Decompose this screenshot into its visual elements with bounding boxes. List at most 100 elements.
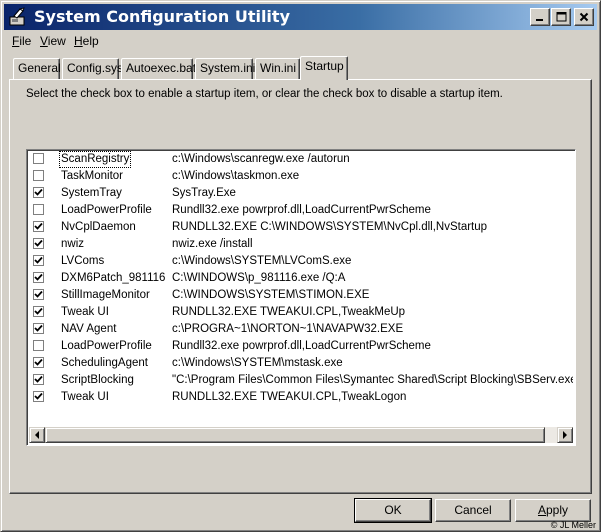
startup-item-command: RUNDLL32.EXE C:\WINDOWS\SYSTEM\NvCpl.dll…	[172, 221, 488, 233]
startup-item-command: nwiz.exe /install	[172, 238, 253, 250]
menu-view[interactable]: View	[36, 33, 70, 49]
system-configuration-window: System Configuration Utility File View H…	[0, 0, 601, 532]
list-item[interactable]: TaskMonitor c:\Windows\taskmon.exe	[29, 168, 573, 185]
startup-item-name: SystemTray	[61, 187, 122, 199]
startup-item-command: C:\WINDOWS\p_981116.exe /Q:A	[172, 272, 346, 284]
checkmark-icon	[34, 392, 43, 400]
startup-item-command: RUNDLL32.EXE TWEAKUI.CPL,TweakLogon	[172, 391, 407, 403]
list-item[interactable]: ScanRegistry c:\Windows\scanregw.exe /aut…	[29, 151, 573, 168]
startup-item-checkbox[interactable]	[33, 357, 44, 368]
startup-item-command: C:\WINDOWS\SYSTEM\STIMON.EXE	[172, 289, 370, 301]
checkmark-icon	[34, 307, 43, 315]
window-title: System Configuration Utility	[34, 7, 290, 26]
close-button[interactable]	[574, 8, 594, 26]
startup-item-checkbox[interactable]	[33, 187, 44, 198]
maximize-button[interactable]	[551, 8, 571, 26]
startup-items-list[interactable]: ScanRegistry c:\Windows\scanregw.exe /aut…	[26, 149, 576, 446]
arrow-right-icon	[563, 431, 567, 439]
scrollbar-thumb[interactable]	[45, 427, 545, 443]
startup-item-name: NvCplDaemon	[61, 221, 136, 233]
list-item[interactable]: NAV Agent c:\PROGRA~1\NORTON~1\NAVAPW32.E…	[29, 321, 573, 338]
scroll-right-button[interactable]	[557, 427, 573, 443]
startup-item-command: c:\Windows\SYSTEM\mstask.exe	[172, 357, 343, 369]
list-item[interactable]: NvCplDaemon RUNDLL32.EXE C:\WINDOWS\SYSTE…	[29, 219, 573, 236]
startup-item-name: ScanRegistry	[58, 151, 132, 168]
startup-item-checkbox[interactable]	[33, 238, 44, 249]
startup-item-name: Tweak UI	[61, 306, 109, 318]
startup-item-name: DXM6Patch_981116	[61, 272, 166, 284]
list-item[interactable]: ScriptBlocking "C:\Program Files\Common F…	[29, 372, 573, 389]
startup-item-checkbox[interactable]	[33, 204, 44, 215]
horizontal-scrollbar[interactable]	[29, 427, 573, 443]
list-item[interactable]: LoadPowerProfile Rundll32.exe powrprof.dl…	[29, 338, 573, 355]
tab-config-sys[interactable]: Config.sys	[62, 58, 123, 79]
startup-item-checkbox[interactable]	[33, 306, 44, 317]
startup-item-name: LoadPowerProfile	[61, 340, 152, 352]
startup-item-checkbox[interactable]	[33, 221, 44, 232]
startup-item-checkbox[interactable]	[33, 374, 44, 385]
scroll-left-button[interactable]	[29, 427, 45, 443]
startup-item-checkbox[interactable]	[33, 340, 44, 351]
title-bar[interactable]: System Configuration Utility	[4, 4, 597, 30]
list-item[interactable]: nwiz nwiz.exe /install	[29, 236, 573, 253]
startup-item-name: ScriptBlocking	[61, 374, 134, 386]
startup-item-command: RUNDLL32.EXE TWEAKUI.CPL,TweakMeUp	[172, 306, 406, 318]
tab-startup[interactable]: Startup	[300, 56, 348, 80]
menu-bar: File View Help	[4, 31, 597, 51]
startup-item-name: StillImageMonitor	[61, 289, 150, 301]
startup-item-name: Tweak UI	[61, 391, 109, 403]
list-item[interactable]: Tweak UI RUNDLL32.EXE TWEAKUI.CPL,TweakMe…	[29, 304, 573, 321]
startup-item-checkbox[interactable]	[33, 153, 44, 164]
system-configuration-app-icon	[9, 7, 25, 26]
checkmark-icon	[34, 256, 43, 264]
list-item[interactable]: LVComs c:\Windows\SYSTEM\LVComS.exe	[29, 253, 573, 270]
tab-general[interactable]: General	[13, 58, 61, 79]
list-item[interactable]: DXM6Patch_981116 C:\WINDOWS\p_981116.exe …	[29, 270, 573, 287]
maximize-icon	[556, 12, 566, 22]
minimize-button[interactable]	[530, 8, 550, 26]
list-item[interactable]: SystemTray SysTray.Exe	[29, 185, 573, 202]
checkmark-icon	[34, 375, 43, 383]
startup-item-checkbox[interactable]	[33, 255, 44, 266]
list-item[interactable]: SchedulingAgent c:\Windows\SYSTEM\mstask.…	[29, 355, 573, 372]
startup-item-checkbox[interactable]	[33, 289, 44, 300]
startup-item-command: c:\PROGRA~1\NORTON~1\NAVAPW32.EXE	[172, 323, 404, 335]
menu-help[interactable]: Help	[70, 33, 103, 49]
checkmark-icon	[34, 324, 43, 332]
startup-item-name: SchedulingAgent	[61, 357, 148, 369]
startup-items-rows: ScanRegistry c:\Windows\scanregw.exe /aut…	[29, 151, 573, 429]
startup-item-command: "C:\Program Files\Common Files\Symantec …	[172, 374, 573, 386]
startup-item-command: Rundll32.exe powrprof.dll,LoadCurrentPwr…	[172, 340, 431, 352]
checkmark-icon	[34, 290, 43, 298]
tab-system-ini[interactable]: System.ini	[195, 58, 255, 79]
startup-item-checkbox[interactable]	[33, 170, 44, 181]
menu-file[interactable]: File	[8, 33, 35, 49]
startup-item-name: LoadPowerProfile	[61, 204, 152, 216]
checkmark-icon	[34, 188, 43, 196]
startup-item-checkbox[interactable]	[33, 323, 44, 334]
tab-autoexec-bat[interactable]: Autoexec.bat	[121, 58, 196, 79]
list-item[interactable]: Tweak UI RUNDLL32.EXE TWEAKUI.CPL,TweakLo…	[29, 389, 573, 406]
close-icon	[579, 12, 589, 22]
ok-button[interactable]: OK	[354, 498, 432, 523]
startup-item-command: Rundll32.exe powrprof.dll,LoadCurrentPwr…	[172, 204, 431, 216]
startup-item-checkbox[interactable]	[33, 391, 44, 402]
list-item[interactable]: LoadPowerProfile Rundll32.exe powrprof.dl…	[29, 202, 573, 219]
checkmark-icon	[34, 273, 43, 281]
arrow-left-icon	[35, 431, 39, 439]
cancel-button[interactable]: Cancel	[435, 499, 511, 522]
checkmark-icon	[34, 222, 43, 230]
tab-win-ini[interactable]: Win.ini	[255, 58, 300, 79]
startup-item-command: c:\Windows\taskmon.exe	[172, 170, 300, 182]
list-item[interactable]: StillImageMonitor C:\WINDOWS\SYSTEM\STIMO…	[29, 287, 573, 304]
startup-item-checkbox[interactable]	[33, 272, 44, 283]
credit-text: © JL Meller	[550, 520, 596, 530]
minimize-icon	[536, 19, 543, 21]
apply-button[interactable]: Apply	[515, 499, 591, 522]
checkmark-icon	[34, 239, 43, 247]
startup-item-name: NAV Agent	[61, 323, 117, 335]
startup-panel: Select the check box to enable a startup…	[9, 79, 592, 494]
instructions-text: Select the check box to enable a startup…	[26, 88, 503, 100]
startup-item-command: c:\Windows\SYSTEM\LVComS.exe	[172, 255, 352, 267]
startup-item-name: nwiz	[61, 238, 85, 250]
